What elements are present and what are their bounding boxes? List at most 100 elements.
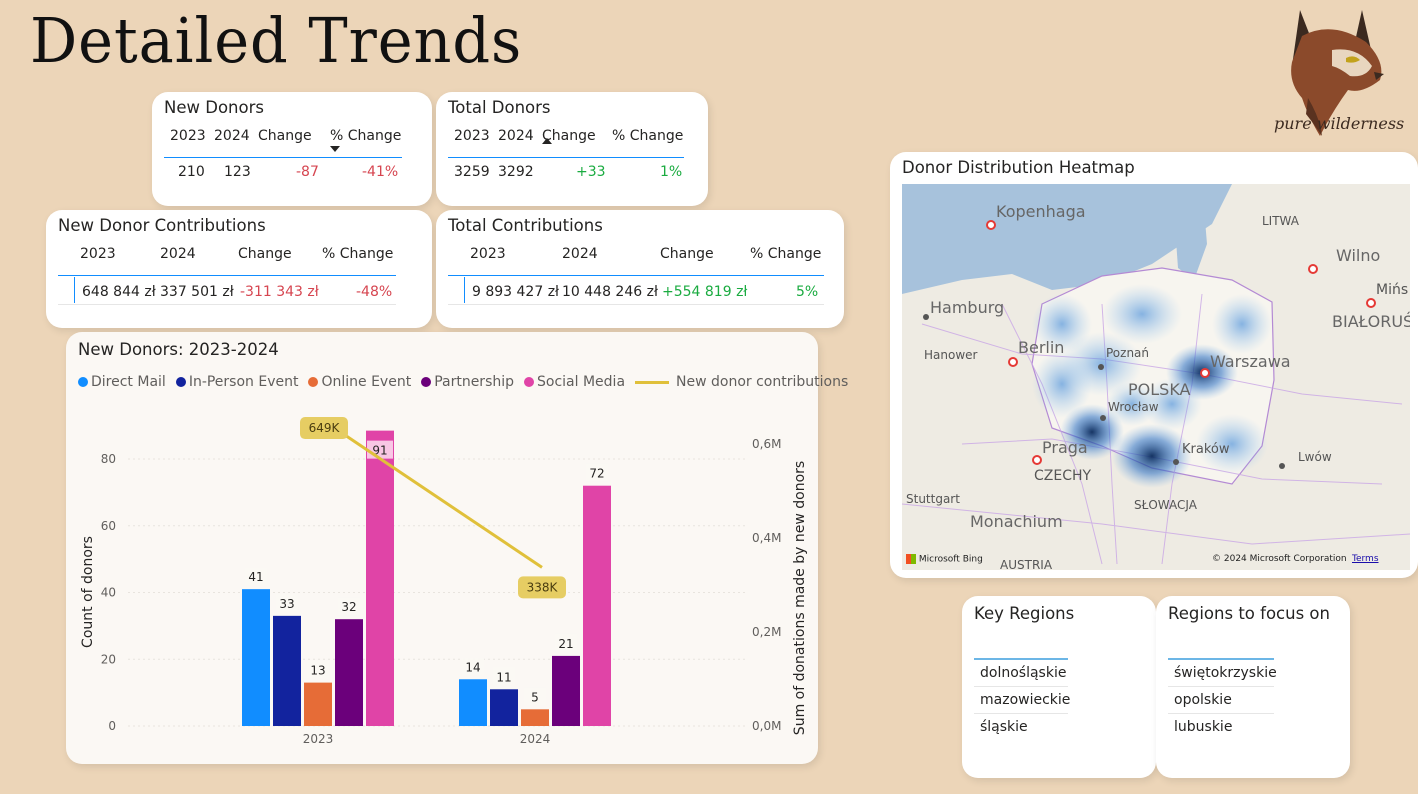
row-indicator [74,277,75,303]
kpi-table: 2023 2024 Change % Change 648 844 zł 337… [58,246,398,316]
heatmap-card: Donor Distribution Heatmap Kopenhaga LIT… [890,152,1418,578]
header-2023[interactable]: 2023 [170,128,206,152]
list-item[interactable]: mazowieckie [974,687,1070,714]
header-divider [448,157,684,158]
map-label-warszawa: Warszawa [1210,352,1291,371]
page-title: Detailed Trends [30,4,523,77]
bar-direct-mail [459,679,487,726]
heatmap-title: Donor Distribution Heatmap [902,158,1135,177]
total-donors-card: Total Donors 2023 2024 Change % Change 3… [436,92,708,206]
value-change: +554 819 zł [662,284,748,300]
header-2023[interactable]: 2023 [454,128,490,152]
focus-regions-card: Regions to focus on świętokrzyskie opols… [1156,596,1350,778]
data-label: 32 [341,600,356,614]
bar-online-event [304,682,332,726]
map-label-praga: Praga [1042,438,1088,457]
header-2023[interactable]: 2023 [470,246,506,270]
y2-tick-label: 0,4M [752,531,781,545]
value-2023: 9 893 427 zł [472,284,560,300]
map-label-poznan: Poznań [1106,346,1150,360]
y-tick-label: 0 [108,719,116,733]
value-pct-change: 5% [796,284,819,300]
map-label-bialorus: BIAŁORUŚ [1332,312,1410,331]
bar-online-event [521,709,549,726]
header-2024[interactable]: 2024 [562,246,598,270]
data-label: 14 [465,660,480,674]
y-tick-label: 40 [101,586,116,600]
list-item[interactable]: świętokrzyskie [1168,660,1277,687]
header-2024[interactable]: 2024 [498,128,534,152]
sort-ascending-icon[interactable] [542,138,552,144]
list-item[interactable]: dolnośląskie [974,660,1068,687]
y-tick-label: 20 [101,652,116,666]
line-new-donor-contributions [323,419,543,569]
card-title: Total Donors [448,98,551,117]
map-label-berlin: Berlin [1018,338,1065,357]
value-2023: 210 [178,164,205,180]
heatmap-map[interactable]: Kopenhaga LITWA Wilno Mińs BIAŁORUŚ Hamb… [902,184,1410,570]
header-divider [164,157,402,158]
map-label-slowacja: SŁOWACJA [1134,498,1197,512]
map-label-monachium: Monachium [970,512,1063,531]
y-axis-title: Count of donors [80,536,96,648]
bing-logo-icon [906,553,916,564]
map-label-polska: POLSKA [1128,380,1191,399]
bar-in-person-event [490,689,518,726]
header-2024[interactable]: 2024 [160,246,196,270]
header-pct-change[interactable]: % Change [330,128,401,152]
new-donors-chart-card: New Donors: 2023-2024 Direct Mail In-Per… [66,332,848,764]
map-label-wilno: Wilno [1336,246,1381,265]
value-2024: 337 501 zł [160,284,234,300]
header-pct-change[interactable]: % Change [612,128,683,152]
map-terms-link[interactable]: Terms [1352,554,1379,564]
map-label-minsk: Mińs [1376,282,1409,298]
list-item[interactable]: śląskie [974,714,1068,740]
value-2023: 648 844 zł [82,284,156,300]
header-change[interactable]: Change [238,246,292,270]
bar-social-media [366,430,394,726]
value-pct-change: -41% [362,164,399,180]
map-label-kopenhaga: Kopenhaga [996,202,1086,221]
map-copyright: © 2024 Microsoft Corporation [1212,554,1347,564]
list-item[interactable]: lubuskie [1168,714,1274,740]
bar-social-media [583,485,611,726]
header-pct-change[interactable]: % Change [750,246,821,270]
brand-logo: pure wilderness [1262,6,1412,146]
kpi-table: 2023 2024 Change % Change 210 123 -87 -4… [164,128,402,198]
header-change[interactable]: Change [660,246,714,270]
header-2023[interactable]: 2023 [80,246,116,270]
y2-axis-title: Sum of donations made by new donors [792,461,808,735]
value-change: -311 343 zł [240,284,319,300]
x-tick-label: 2024 [520,732,551,746]
card-title: Regions to focus on [1168,604,1330,623]
bing-label: Microsoft Bing [918,554,983,564]
row-divider [448,304,824,305]
header-divider [58,275,396,276]
header-2024[interactable]: 2024 [214,128,250,152]
list-item[interactable]: opolskie [1168,687,1274,714]
kpi-table: 2023 2024 Change % Change 9 893 427 zł 1… [448,246,824,316]
value-2024: 10 448 246 zł [562,284,658,300]
key-regions-list: dolnośląskie mazowieckie śląskie [974,658,1070,740]
map-label-litwa: LITWA [1262,214,1299,228]
data-label: 11 [496,670,511,684]
map-label-hanower: Hanower [924,348,978,362]
bar-in-person-event [273,615,301,726]
new-donor-contributions-card: New Donor Contributions 2023 2024 Change… [46,210,432,328]
map-label-stuttgart: Stuttgart [906,492,960,506]
card-title: New Donors [164,98,264,117]
y-tick-label: 60 [101,519,116,533]
value-pct-change: 1% [660,164,683,180]
data-label: 33 [279,597,294,611]
header-pct-change[interactable]: % Change [322,246,393,270]
sort-descending-icon[interactable] [330,146,340,152]
new-donors-card: New Donors 2023 2024 Change % Change 210… [152,92,432,206]
row-indicator [464,277,465,303]
card-title: New Donor Contributions [58,216,266,235]
brand-name: pure wilderness [1274,114,1405,133]
header-change[interactable]: Change [258,128,312,152]
map-label-hamburg: Hamburg [930,298,1005,317]
key-regions-card: Key Regions dolnośląskie mazowieckie ślą… [962,596,1156,778]
data-label: 5 [531,690,539,704]
map-label-wroclaw: Wrocław [1108,400,1159,414]
